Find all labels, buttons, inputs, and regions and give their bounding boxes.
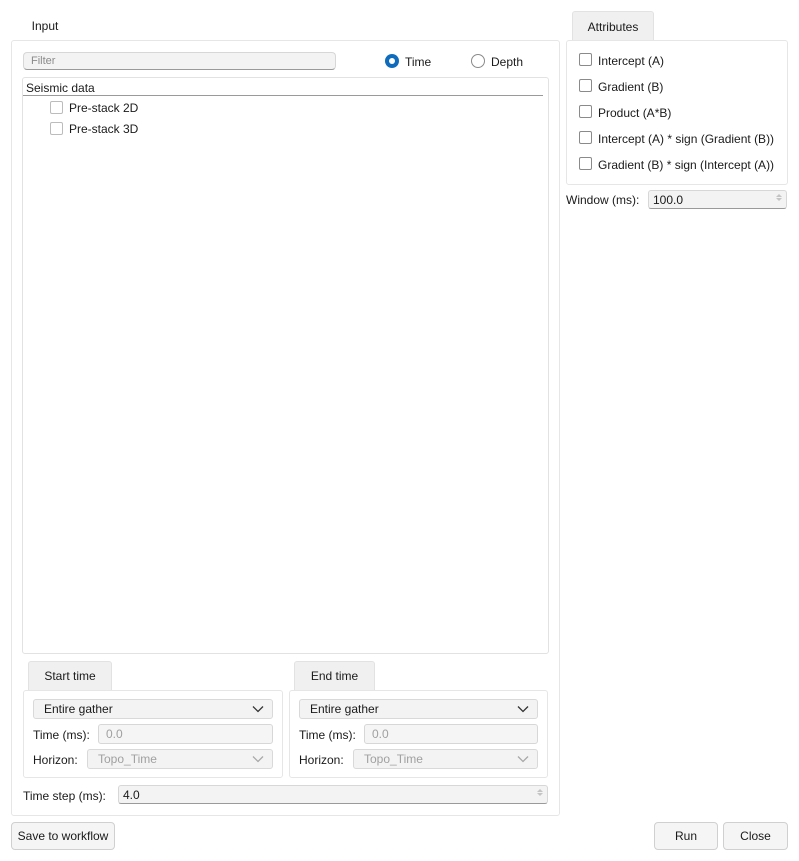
window-value: 100.0 — [653, 192, 684, 207]
attribute-product-label[interactable]: Product (A*B) — [598, 106, 671, 120]
attribute-gradient-sign-intercept-label[interactable]: Gradient (B) * sign (Intercept (A)) — [598, 158, 774, 172]
end-time-mode-select[interactable]: Entire gather — [299, 699, 538, 719]
start-horizon-label: Horizon: — [33, 753, 78, 767]
spin-arrows-icon[interactable] — [776, 194, 782, 201]
tab-input[interactable]: Input — [18, 12, 72, 40]
tab-attributes-label: Attributes — [587, 19, 639, 34]
end-time-mode-value: Entire gather — [310, 702, 379, 716]
intercept-sign-gradient-checkbox[interactable] — [579, 131, 592, 144]
save-to-workflow-button[interactable]: Save to workflow — [11, 822, 115, 850]
close-button[interactable]: Close — [723, 822, 788, 850]
time-radio[interactable] — [385, 54, 399, 68]
save-to-workflow-label: Save to workflow — [17, 829, 109, 843]
gradient-sign-intercept-checkbox[interactable] — [579, 157, 592, 170]
start-time-ms-value: 0.0 — [106, 727, 123, 741]
end-time-ms-value: 0.0 — [372, 727, 389, 741]
end-horizon-value: Topo_Time — [364, 752, 423, 766]
tree-header-label: Seismic data — [26, 81, 95, 95]
intercept-checkbox[interactable] — [579, 53, 592, 66]
time-step-field[interactable]: 4.0 — [118, 785, 548, 804]
seismic-data-tree[interactable]: Seismic data Pre-stack 2D Pre-stack 3D — [22, 77, 549, 654]
prestack-2d-checkbox[interactable] — [50, 101, 63, 114]
depth-radio[interactable] — [471, 54, 485, 68]
prestack-3d-checkbox[interactable] — [50, 122, 63, 135]
filter-placeholder: Filter — [31, 55, 56, 67]
chevron-down-icon — [252, 706, 264, 713]
end-time-ms-field[interactable]: 0.0 — [364, 724, 538, 744]
chevron-down-icon — [517, 756, 529, 763]
run-label: Run — [674, 829, 697, 843]
close-label: Close — [740, 829, 771, 843]
spin-arrows-icon[interactable] — [537, 789, 543, 796]
chevron-down-icon — [252, 756, 264, 763]
window-field[interactable]: 100.0 — [648, 190, 787, 209]
start-horizon-select[interactable]: Topo_Time — [87, 749, 273, 769]
chevron-down-icon — [517, 706, 529, 713]
start-horizon-value: Topo_Time — [98, 752, 157, 766]
tree-item-prestack-2d[interactable]: Pre-stack 2D — [69, 101, 138, 115]
time-radio-label[interactable]: Time — [405, 55, 431, 69]
end-horizon-select[interactable]: Topo_Time — [353, 749, 538, 769]
start-time-ms-label: Time (ms): — [33, 728, 90, 742]
attribute-intercept-label[interactable]: Intercept (A) — [598, 54, 664, 68]
start-time-mode-value: Entire gather — [44, 702, 113, 716]
end-horizon-label: Horizon: — [299, 753, 344, 767]
product-checkbox[interactable] — [579, 105, 592, 118]
end-time-ms-label: Time (ms): — [299, 728, 356, 742]
window-label: Window (ms): — [566, 193, 640, 207]
tab-end-time-label: End time — [310, 669, 359, 683]
tab-input-label: Input — [31, 19, 59, 33]
gradient-checkbox[interactable] — [579, 79, 592, 92]
depth-radio-label[interactable]: Depth — [491, 55, 523, 69]
tab-end-time[interactable]: End time — [294, 661, 375, 690]
tree-item-prestack-3d[interactable]: Pre-stack 3D — [69, 122, 138, 136]
tree-header[interactable]: Seismic data — [23, 78, 543, 96]
filter-input[interactable]: Filter — [23, 52, 336, 70]
attribute-gradient-label[interactable]: Gradient (B) — [598, 80, 663, 94]
time-step-label: Time step (ms): — [23, 789, 106, 803]
start-time-mode-select[interactable]: Entire gather — [33, 699, 273, 719]
attribute-intercept-sign-gradient-label[interactable]: Intercept (A) * sign (Gradient (B)) — [598, 132, 774, 146]
time-step-value: 4.0 — [123, 787, 140, 802]
tab-attributes[interactable]: Attributes — [572, 11, 654, 41]
tab-start-time-label: Start time — [44, 669, 96, 683]
start-time-ms-field[interactable]: 0.0 — [98, 724, 273, 744]
run-button[interactable]: Run — [654, 822, 718, 850]
tab-start-time[interactable]: Start time — [28, 661, 112, 690]
